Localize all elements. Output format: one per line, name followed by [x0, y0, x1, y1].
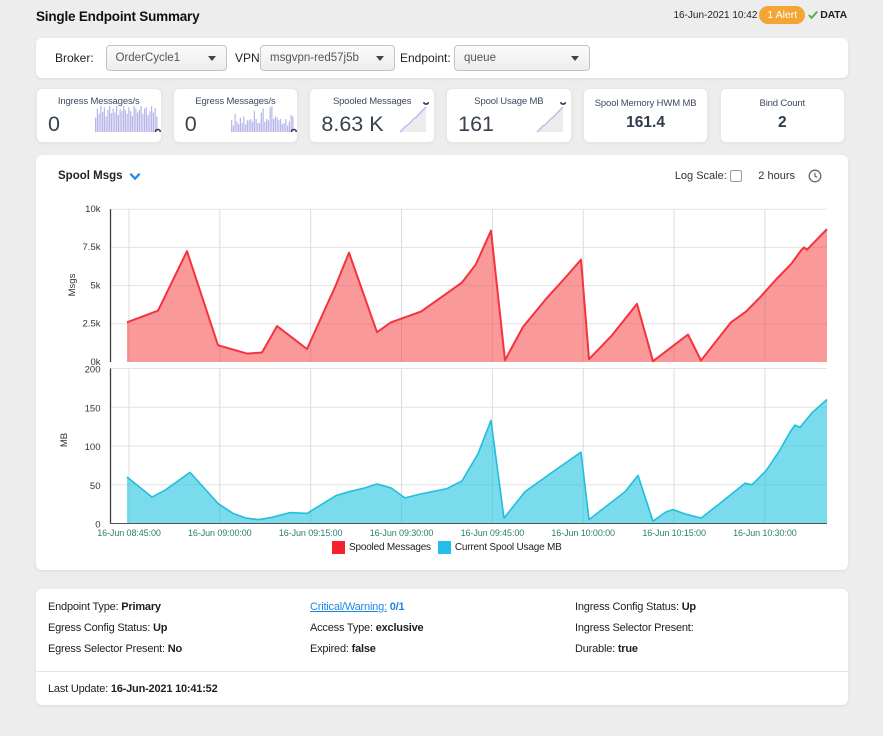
svg-text:2.5k: 2.5k	[83, 319, 101, 330]
svg-text:16-Jun 10:15:00: 16-Jun 10:15:00	[642, 528, 706, 538]
svg-text:16-Jun 10:30:00: 16-Jun 10:30:00	[733, 528, 797, 538]
svg-text:Msgs: Msgs	[67, 273, 78, 296]
svg-text:7.5k: 7.5k	[83, 242, 101, 253]
svg-text:200: 200	[85, 365, 101, 376]
svg-text:100: 100	[85, 442, 101, 453]
svg-text:50: 50	[90, 481, 101, 492]
svg-text:16-Jun 10:00:00: 16-Jun 10:00:00	[551, 528, 615, 538]
svg-text:16-Jun 09:45:00: 16-Jun 09:45:00	[461, 528, 525, 538]
svg-text:16-Jun 08:45:00: 16-Jun 08:45:00	[97, 528, 161, 538]
svg-text:150: 150	[85, 403, 101, 414]
svg-text:10k: 10k	[85, 204, 101, 215]
svg-text:16-Jun 09:15:00: 16-Jun 09:15:00	[279, 528, 343, 538]
svg-text:5k: 5k	[90, 280, 100, 291]
svg-text:16-Jun 09:00:00: 16-Jun 09:00:00	[188, 528, 252, 538]
svg-text:16-Jun 09:30:00: 16-Jun 09:30:00	[370, 528, 434, 538]
svg-text:MB: MB	[59, 433, 70, 447]
